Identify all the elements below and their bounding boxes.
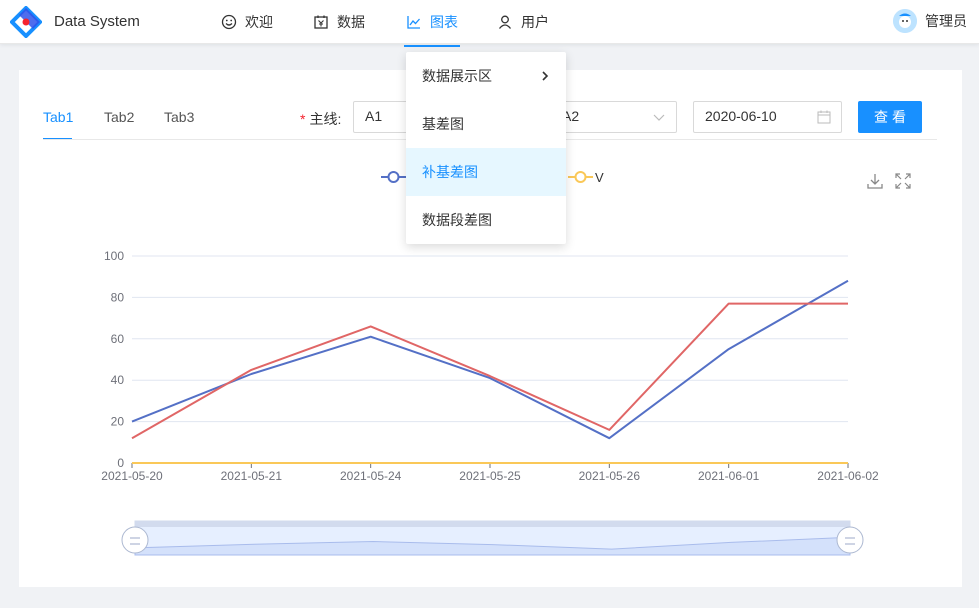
datazoom-handle-left[interactable] <box>121 526 149 554</box>
menu-item-basis-chart[interactable]: 基差图 <box>406 100 566 148</box>
x-tick-label: 2021-05-20 <box>101 469 163 483</box>
legend-marker[interactable] <box>387 171 400 183</box>
datazoom-move-bar[interactable] <box>135 521 850 527</box>
y-tick-label: 20 <box>111 415 125 429</box>
y-tick-label: 0 <box>117 456 124 470</box>
x-tick-label: 2021-06-01 <box>698 469 760 483</box>
menu-item-segment-diff-chart[interactable]: 数据段差图 <box>406 196 566 244</box>
x-tick-label: 2021-05-21 <box>221 469 283 483</box>
series-line-2 <box>131 302 848 440</box>
menu-item-label: 补基差图 <box>422 164 478 180</box>
datazoom-handle-right[interactable] <box>836 526 864 554</box>
menu-item-label: 基差图 <box>422 116 464 132</box>
menu-item-label: 数据展示区 <box>422 68 492 84</box>
x-tick-label: 2021-05-26 <box>579 469 641 483</box>
chevron-right-icon <box>542 71 549 81</box>
x-tick-label: 2021-05-25 <box>459 469 521 483</box>
menu-item-label: 数据段差图 <box>422 212 492 228</box>
x-tick-label: 2021-06-02 <box>817 469 879 483</box>
menu-item-supplement-basis-chart[interactable]: 补基差图 <box>406 148 566 196</box>
y-tick-label: 60 <box>111 332 125 346</box>
charts-dropdown-menu: 数据展示区 基差图 补基差图 数据段差图 <box>406 52 566 244</box>
y-tick-label: 100 <box>104 249 124 263</box>
legend-marker[interactable] <box>574 171 587 183</box>
menu-item-data-display[interactable]: 数据展示区 <box>406 52 566 100</box>
x-tick-label: 2021-05-24 <box>340 469 402 483</box>
y-tick-label: 40 <box>111 373 125 387</box>
y-tick-label: 80 <box>111 290 125 304</box>
legend-label: V <box>595 170 604 185</box>
